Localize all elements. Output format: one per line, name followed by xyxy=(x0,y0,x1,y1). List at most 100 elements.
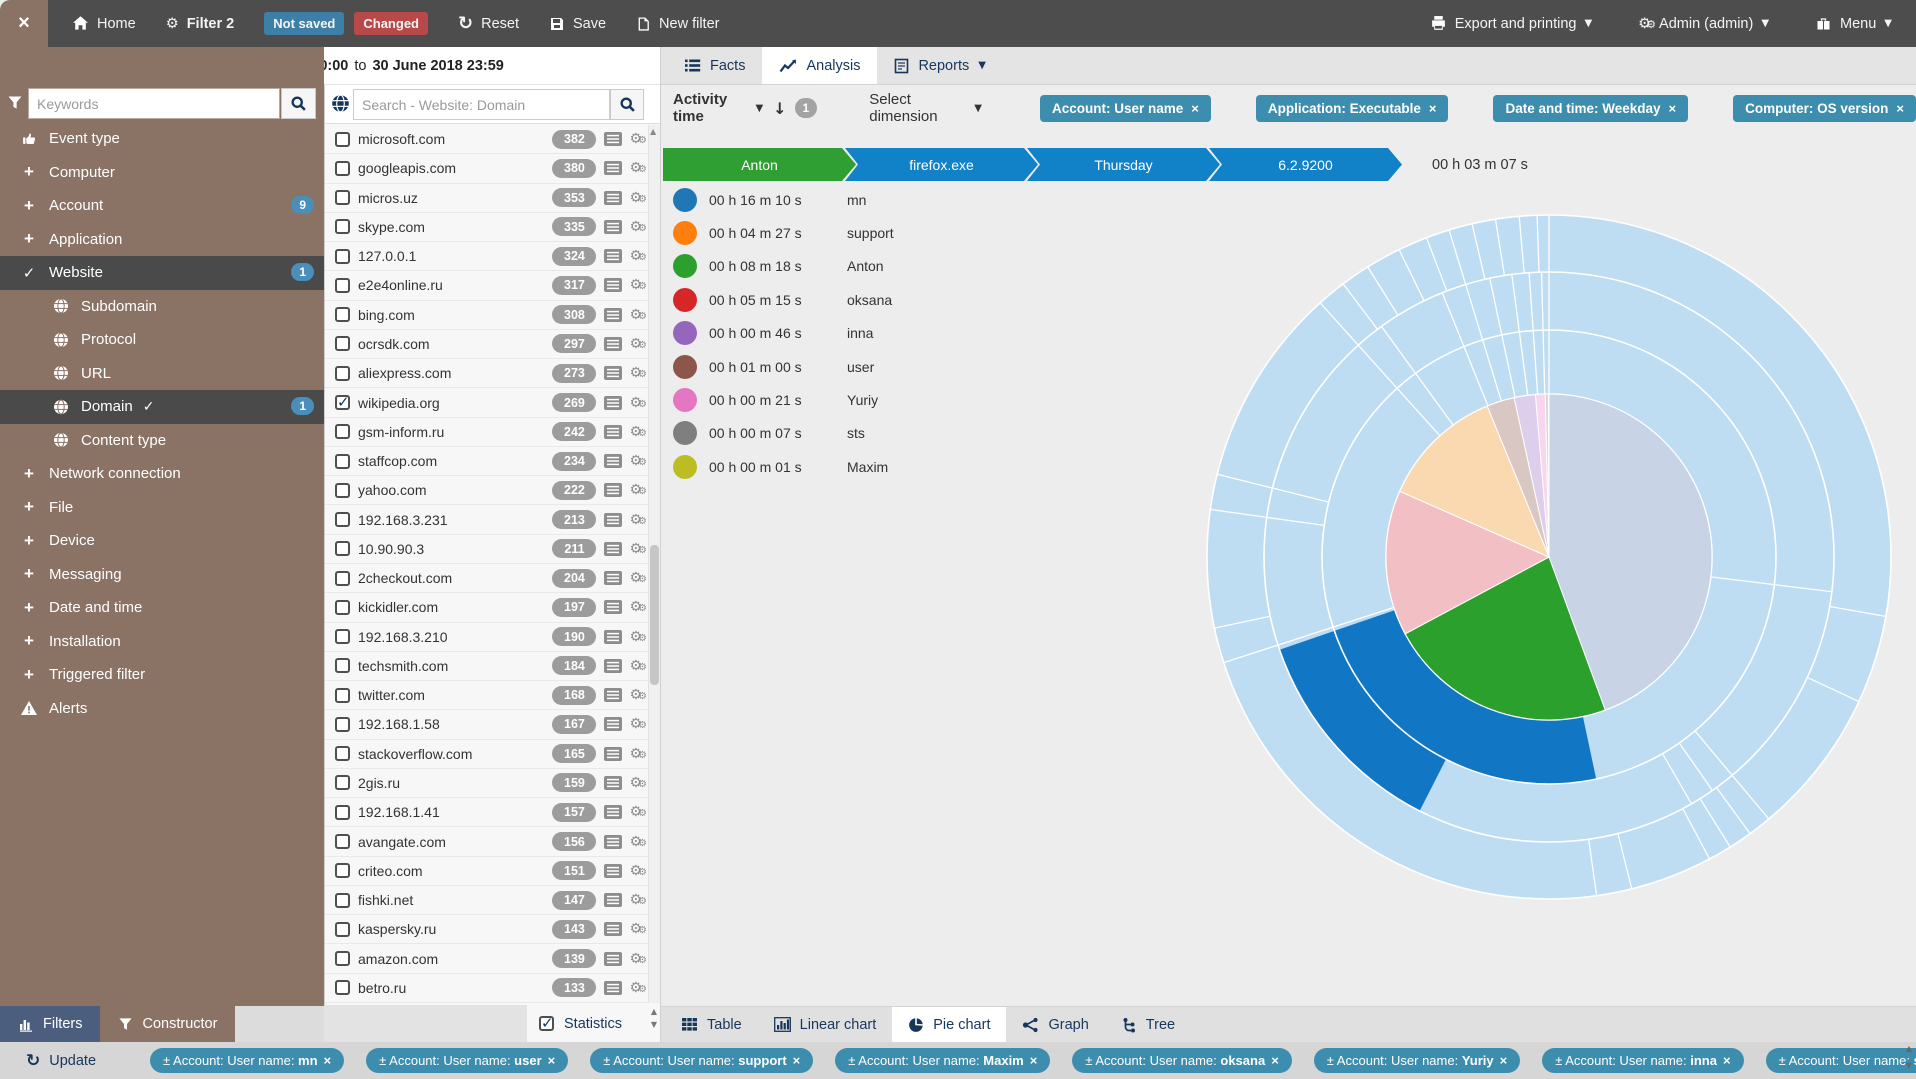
breadcrumb-segment[interactable]: firefox.exe xyxy=(845,148,1038,181)
settings-gears-icon[interactable]: ⚙⚙ xyxy=(629,395,643,411)
domain-row[interactable]: 127.0.0.1324⚙⚙ xyxy=(325,242,649,271)
dimension-chip[interactable]: Date and time: Weekday× xyxy=(1493,95,1688,122)
statistics-checkbox[interactable] xyxy=(539,1016,554,1031)
domain-row[interactable]: ocrsdk.com297⚙⚙ xyxy=(325,330,649,359)
facts-list-icon[interactable] xyxy=(604,278,622,292)
domain-row[interactable]: 192.168.1.58167⚙⚙ xyxy=(325,710,649,739)
sidebar-item-domain[interactable]: Domain✓1 xyxy=(0,390,324,424)
domain-checkbox[interactable] xyxy=(335,424,350,439)
sidebar-item-url[interactable]: URL xyxy=(0,357,324,391)
tab-filters[interactable]: Filters xyxy=(0,1006,100,1042)
settings-gears-icon[interactable]: ⚙⚙ xyxy=(629,307,643,323)
domain-checkbox[interactable] xyxy=(335,278,350,293)
facts-list-icon[interactable] xyxy=(604,161,622,175)
view-tab-tree[interactable]: Tree xyxy=(1105,1007,1191,1042)
settings-gears-icon[interactable]: ⚙⚙ xyxy=(629,834,643,850)
domain-checkbox[interactable] xyxy=(335,863,350,878)
facts-list-icon[interactable] xyxy=(604,776,622,790)
update-button[interactable]: ↻ Update xyxy=(26,1051,96,1071)
view-tab-pie-chart[interactable]: Pie chart xyxy=(892,1007,1006,1042)
facts-list-icon[interactable] xyxy=(604,688,622,702)
settings-gears-icon[interactable]: ⚙⚙ xyxy=(629,892,643,908)
facts-list-icon[interactable] xyxy=(604,191,622,205)
domain-checkbox[interactable] xyxy=(335,161,350,176)
domain-search-button[interactable] xyxy=(610,89,644,120)
settings-gears-icon[interactable]: ⚙⚙ xyxy=(629,482,643,498)
sidebar-item-protocol[interactable]: Protocol xyxy=(0,323,324,357)
domain-checkbox[interactable] xyxy=(335,541,350,556)
settings-gears-icon[interactable]: ⚙⚙ xyxy=(629,863,643,879)
domain-checkbox[interactable] xyxy=(335,132,350,147)
domain-checkbox[interactable] xyxy=(335,307,350,322)
sidebar-item-alerts[interactable]: Alerts xyxy=(0,692,324,726)
close-icon[interactable]: × xyxy=(1429,101,1437,116)
sidebar-item-messaging[interactable]: +Messaging xyxy=(0,558,324,592)
domain-checkbox[interactable] xyxy=(335,805,350,820)
sidebar-item-installation[interactable]: +Installation xyxy=(0,625,324,659)
view-tab-graph[interactable]: Graph xyxy=(1006,1007,1104,1042)
legend-color-dot[interactable] xyxy=(673,355,697,379)
settings-gears-icon[interactable]: ⚙⚙ xyxy=(629,804,643,820)
close-icon[interactable]: × xyxy=(1723,1053,1731,1068)
scroll-up-icon[interactable]: ▲ xyxy=(650,127,656,136)
settings-gears-icon[interactable]: ⚙⚙ xyxy=(629,190,643,206)
close-icon[interactable]: × xyxy=(1191,101,1199,116)
domain-checkbox[interactable] xyxy=(335,775,350,790)
domain-checkbox[interactable] xyxy=(335,922,350,937)
domain-checkbox[interactable] xyxy=(335,629,350,644)
domain-row[interactable]: 192.168.1.41157⚙⚙ xyxy=(325,798,649,827)
close-icon[interactable]: × xyxy=(1896,101,1904,116)
reset-button[interactable]: ↻ Reset xyxy=(458,13,519,34)
domain-checkbox[interactable] xyxy=(335,688,350,703)
account-filter-chip[interactable]: ± Account: User name: oksana× xyxy=(1072,1048,1291,1073)
legend-color-dot[interactable] xyxy=(673,421,697,445)
scrollbar-thumb[interactable] xyxy=(650,545,659,685)
domain-checkbox[interactable] xyxy=(335,190,350,205)
export-printing-menu[interactable]: Export and printing ▼ xyxy=(1430,15,1592,32)
domain-row[interactable]: 2gis.ru159⚙⚙ xyxy=(325,769,649,798)
domain-row[interactable]: avangate.com156⚙⚙ xyxy=(325,827,649,856)
domain-checkbox[interactable] xyxy=(335,249,350,264)
legend-color-dot[interactable] xyxy=(673,254,697,278)
domain-row[interactable]: staffcop.com234⚙⚙ xyxy=(325,447,649,476)
settings-gears-icon[interactable]: ⚙⚙ xyxy=(629,570,643,586)
close-icon[interactable]: × xyxy=(1669,101,1677,116)
domain-row[interactable]: 192.168.3.210190⚙⚙ xyxy=(325,623,649,652)
domain-checkbox[interactable] xyxy=(335,658,350,673)
breadcrumb-segment[interactable]: Thursday xyxy=(1027,148,1220,181)
select-dimension-dropdown[interactable]: Select dimension ▼ xyxy=(869,91,982,125)
domain-row[interactable]: skype.com335⚙⚙ xyxy=(325,213,649,242)
domain-checkbox[interactable] xyxy=(335,717,350,732)
domain-row[interactable]: stackoverflow.com165⚙⚙ xyxy=(325,740,649,769)
dimension-chip[interactable]: Application: Executable× xyxy=(1256,95,1449,122)
legend-color-dot[interactable] xyxy=(673,388,697,412)
sidebar-item-website[interactable]: ✓Website1 xyxy=(0,256,324,290)
settings-gears-icon[interactable]: ⚙⚙ xyxy=(629,951,643,967)
sidebar-item-event-type[interactable]: Event type xyxy=(0,122,324,156)
domain-checkbox[interactable] xyxy=(335,571,350,586)
close-button[interactable]: × xyxy=(18,12,30,35)
domain-row[interactable]: micros.uz353⚙⚙ xyxy=(325,184,649,213)
domain-row[interactable]: kaspersky.ru143⚙⚙ xyxy=(325,915,649,944)
facts-list-icon[interactable] xyxy=(604,659,622,673)
sidebar-item-triggered-filter[interactable]: +Triggered filter xyxy=(0,658,324,692)
settings-gears-icon[interactable]: ⚙⚙ xyxy=(629,277,643,293)
breadcrumb-segment[interactable]: Anton xyxy=(663,148,856,181)
domain-checkbox[interactable] xyxy=(335,893,350,908)
keywords-search-button[interactable] xyxy=(281,88,316,119)
facts-list-icon[interactable] xyxy=(604,835,622,849)
save-button[interactable]: Save xyxy=(549,16,606,32)
domain-row[interactable]: aliexpress.com273⚙⚙ xyxy=(325,359,649,388)
domain-checkbox[interactable] xyxy=(335,219,350,234)
settings-gears-icon[interactable]: ⚙⚙ xyxy=(629,746,643,762)
facts-list-icon[interactable] xyxy=(604,805,622,819)
domain-scrollbar[interactable]: ▲ xyxy=(648,125,660,1003)
domain-row[interactable]: twitter.com168⚙⚙ xyxy=(325,681,649,710)
domain-row[interactable]: wikipedia.org269⚙⚙ xyxy=(325,388,649,417)
view-tab-table[interactable]: Table xyxy=(665,1007,758,1042)
settings-gears-icon[interactable]: ⚙⚙ xyxy=(629,512,643,528)
settings-gears-icon[interactable]: ⚙⚙ xyxy=(629,775,643,791)
domain-checkbox[interactable] xyxy=(335,951,350,966)
account-filter-chip[interactable]: ± Account: User name: user× xyxy=(366,1048,568,1073)
domain-checkbox[interactable] xyxy=(335,512,350,527)
